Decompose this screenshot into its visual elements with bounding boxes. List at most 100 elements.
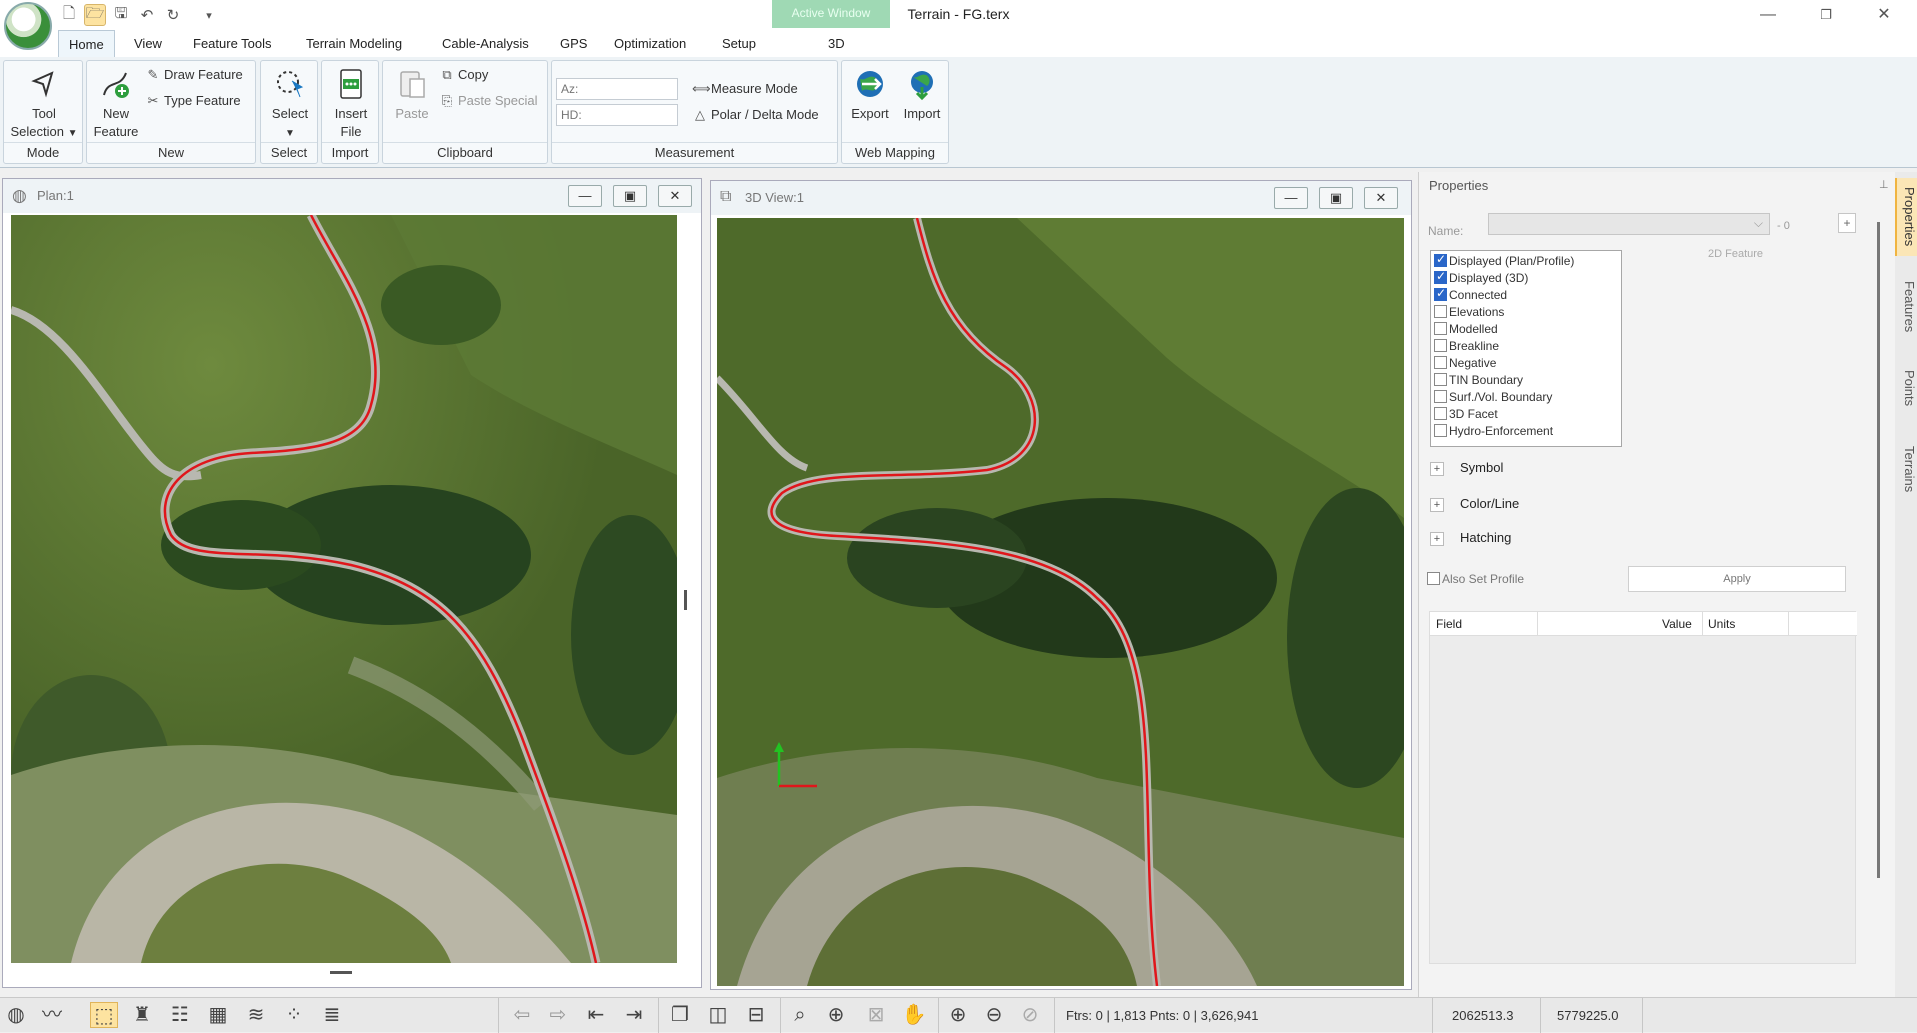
app-logo-icon[interactable] xyxy=(4,2,52,50)
draw-feature-button[interactable]: ✎ Draw Feature xyxy=(145,67,243,83)
flag-checkbox-7[interactable]: TIN Boundary xyxy=(1434,373,1523,387)
cascade-windows-icon[interactable]: ❐ xyxy=(666,1002,694,1028)
tab-3d[interactable]: 3D xyxy=(818,30,855,57)
plan-view-map[interactable] xyxy=(11,215,677,963)
paste-special-button[interactable]: ⎘ Paste Special xyxy=(439,93,538,109)
properties-scrollbar[interactable] xyxy=(1877,222,1880,878)
points-icon[interactable]: ⁘ xyxy=(280,1002,308,1028)
zoom-in-icon[interactable]: ⊕ xyxy=(944,1002,972,1028)
checkbox-icon xyxy=(1434,407,1447,420)
value-column-header[interactable]: Value xyxy=(1662,617,1692,631)
globe-icon[interactable]: ◍ xyxy=(2,1002,30,1028)
restore-button[interactable]: ❐ xyxy=(1806,4,1846,26)
vertical-splitter-grip[interactable] xyxy=(684,590,687,610)
symbol-section[interactable]: + Symbol xyxy=(1430,460,1503,476)
zoom-window-icon[interactable]: ⊕ xyxy=(822,1002,850,1028)
3d-close-button[interactable]: ✕ xyxy=(1364,187,1398,209)
lock-icon[interactable]: ⊠ xyxy=(862,1002,890,1028)
units-column-header[interactable]: Units xyxy=(1708,617,1735,631)
add-name-button[interactable]: + xyxy=(1838,213,1856,233)
flag-label: Connected xyxy=(1449,288,1508,302)
tab-cable-analysis[interactable]: Cable-Analysis xyxy=(432,30,539,57)
flag-checkbox-0[interactable]: Displayed (Plan/Profile) xyxy=(1434,252,1574,268)
horizontal-distance-field[interactable] xyxy=(556,104,678,126)
flag-checkbox-6[interactable]: Negative xyxy=(1434,356,1496,370)
new-feature-button[interactable]: New Feature xyxy=(89,67,143,141)
status-bar: ◍ 〰 ⬚ ♜ ☷ ▦ ≋ ⁘ ≣ ⇦ ⇨ ⇤ ⇥ ❐ ◫ ⊟ ⌕ ⊕ ⊠ ✋ … xyxy=(0,997,1917,1033)
web-export-button[interactable]: Export xyxy=(844,67,896,123)
name-suffix: - 0 xyxy=(1777,220,1790,232)
also-set-profile-checkbox[interactable]: Also Set Profile xyxy=(1427,572,1524,586)
close-button[interactable]: ✕ xyxy=(1864,4,1904,26)
3d-minimize-button[interactable]: — xyxy=(1274,187,1308,209)
color-line-section[interactable]: + Color/Line xyxy=(1430,496,1519,512)
tab-view[interactable]: View xyxy=(124,30,172,57)
flag-checkbox-8[interactable]: Surf./Vol. Boundary xyxy=(1434,390,1552,404)
arrow-left-icon[interactable]: ⇦ xyxy=(508,1002,536,1028)
side-tab-points[interactable]: Points xyxy=(1895,362,1917,414)
tab-terrain-modeling[interactable]: Terrain Modeling xyxy=(296,30,412,57)
tile-vertical-icon[interactable]: ◫ xyxy=(704,1002,732,1028)
splitter-grip[interactable] xyxy=(330,971,352,974)
web-import-button[interactable]: Import xyxy=(896,67,948,123)
flag-checkbox-1[interactable]: Displayed (3D) xyxy=(1434,269,1528,285)
3d-view-map[interactable] xyxy=(717,218,1404,986)
arrow-left-bar-icon[interactable]: ⇤ xyxy=(582,1002,610,1028)
zoom-out-icon[interactable]: ⊖ xyxy=(980,1002,1008,1028)
name-dropdown[interactable]: ⌵ xyxy=(1488,213,1770,235)
grid-icon[interactable]: ▦ xyxy=(204,1002,232,1028)
3d-view-window[interactable]: ⧉ 3D View:1 — ▣ ✕ xyxy=(710,180,1412,990)
stack-icon[interactable]: ≣ xyxy=(318,1002,346,1028)
arrow-right-icon[interactable]: ⇨ xyxy=(544,1002,572,1028)
castle-icon[interactable]: ♜ xyxy=(128,1002,156,1028)
measure-mode-button[interactable]: ⟺Measure Mode xyxy=(692,81,798,97)
flag-checkbox-5[interactable]: Breakline xyxy=(1434,339,1499,353)
insert-file-button[interactable]: Insert File xyxy=(324,67,378,141)
3d-box-icon[interactable]: ⬚ xyxy=(90,1002,118,1028)
tool-selection-button[interactable]: Tool Selection ▼ xyxy=(8,67,80,143)
type-feature-button[interactable]: ✂ Type Feature xyxy=(145,93,241,109)
flag-checkbox-3[interactable]: Elevations xyxy=(1434,305,1504,319)
flag-checkbox-4[interactable]: Modelled xyxy=(1434,322,1498,336)
plan-maximize-button[interactable]: ▣ xyxy=(613,185,647,207)
tab-feature-tools[interactable]: Feature Tools xyxy=(183,30,282,57)
plan-close-button[interactable]: ✕ xyxy=(658,185,692,207)
type-feature-icon: ✂ xyxy=(147,93,159,108)
plan-minimize-button[interactable]: — xyxy=(568,185,602,207)
paste-button[interactable]: Paste xyxy=(385,67,439,123)
3d-maximize-button[interactable]: ▣ xyxy=(1319,187,1353,209)
layers-list-icon[interactable]: ☷ xyxy=(166,1002,194,1028)
measure-arrows-icon: ⟺ xyxy=(692,81,711,96)
pin-icon[interactable]: ⊥ xyxy=(1879,178,1889,191)
tab-setup[interactable]: Setup xyxy=(712,30,766,57)
select-button[interactable]: Select ▼ xyxy=(263,67,317,143)
polar-delta-mode-button[interactable]: △ Polar / Delta Mode xyxy=(692,107,819,123)
field-column-header[interactable]: Field xyxy=(1436,617,1462,631)
globe-export-icon xyxy=(857,71,883,97)
lasso-select-icon xyxy=(277,71,304,98)
side-tab-properties[interactable]: Properties xyxy=(1895,178,1917,256)
flag-checkbox-2[interactable]: Connected xyxy=(1434,286,1508,302)
copy-button[interactable]: ⧉ Copy xyxy=(439,67,488,83)
flag-checkbox-10[interactable]: Hydro-Enforcement xyxy=(1434,424,1553,438)
profile-line-icon[interactable]: 〰 xyxy=(38,1002,66,1028)
azimuth-field[interactable] xyxy=(556,78,678,100)
flag-checkbox-9[interactable]: 3D Facet xyxy=(1434,407,1498,421)
tab-gps[interactable]: GPS xyxy=(550,30,597,57)
search-icon[interactable]: ⌕ xyxy=(786,1002,814,1028)
paste-special-icon: ⎘ xyxy=(441,93,453,108)
tab-optimization[interactable]: Optimization xyxy=(604,30,696,57)
apply-button[interactable]: Apply xyxy=(1628,566,1846,592)
zoom-extents-icon[interactable]: ⊘ xyxy=(1016,1002,1044,1028)
minimize-button[interactable]: — xyxy=(1748,4,1788,26)
side-tab-features[interactable]: Features xyxy=(1895,272,1917,342)
side-tab-terrains[interactable]: Terrains xyxy=(1895,434,1917,504)
tab-home[interactable]: Home xyxy=(58,30,115,57)
hatching-section[interactable]: + Hatching xyxy=(1430,530,1511,546)
plan-view-window[interactable]: ◍ Plan:1 — ▣ ✕ xyxy=(2,178,702,988)
contours-icon[interactable]: ≋ xyxy=(242,1002,270,1028)
pan-hand-icon[interactable]: ✋ xyxy=(900,1002,928,1028)
group-label-select: Select xyxy=(261,142,317,161)
tile-horizontal-icon[interactable]: ⊟ xyxy=(742,1002,770,1028)
arrow-right-bar-icon[interactable]: ⇥ xyxy=(620,1002,648,1028)
